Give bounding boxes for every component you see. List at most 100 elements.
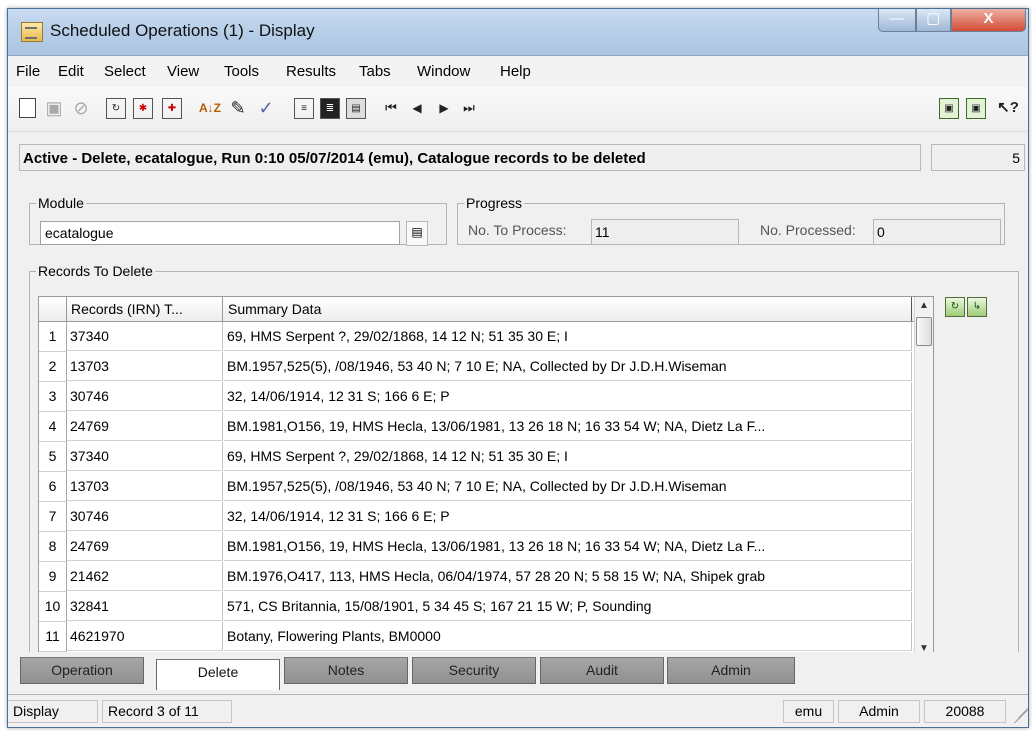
status-bar: Display Record 3 of 11 emu Admin 20088 bbox=[8, 694, 1028, 727]
summary-cell[interactable]: BM.1981,O156, 19, HMS Hecla, 13/06/1981,… bbox=[224, 412, 912, 441]
progress-group: Progress No. To Process: 11 No. Processe… bbox=[457, 195, 1005, 245]
menu-window[interactable]: Window bbox=[417, 63, 470, 80]
status-id: 20088 bbox=[924, 700, 1006, 723]
table-row[interactable]: 10 32841 571, CS Britannia, 15/08/1901, … bbox=[39, 592, 933, 622]
tab-security[interactable]: Security bbox=[412, 657, 536, 684]
insert-record-icon[interactable]: ↻ bbox=[945, 297, 965, 317]
to-process-label: No. To Process: bbox=[468, 222, 567, 238]
attach-icon[interactable]: ▣ bbox=[939, 98, 959, 119]
close-button[interactable]: X bbox=[951, 9, 1026, 32]
tab-audit[interactable]: Audit bbox=[540, 657, 664, 684]
table-row[interactable]: 2 13703 BM.1957,525(5), /08/1946, 53 40 … bbox=[39, 352, 933, 382]
cancel-icon[interactable]: ⊘ bbox=[70, 97, 92, 119]
menu-edit[interactable]: Edit bbox=[58, 63, 84, 80]
summary-cell[interactable]: 69, HMS Serpent ?, 29/02/1868, 14 12 N; … bbox=[224, 442, 912, 471]
row-number: 10 bbox=[39, 592, 67, 622]
table-row[interactable]: 11 4621970 Botany, Flowering Plants, BM0… bbox=[39, 622, 933, 652]
irn-cell[interactable]: 24769 bbox=[67, 412, 223, 441]
menu-results[interactable]: Results bbox=[286, 63, 336, 80]
edit-icon[interactable]: ✎ bbox=[227, 97, 249, 119]
summary-cell[interactable]: 32, 14/06/1914, 12 31 S; 166 6 E; P bbox=[224, 502, 912, 531]
table-row[interactable]: 5 37340 69, HMS Serpent ?, 29/02/1868, 1… bbox=[39, 442, 933, 472]
summary-data-header[interactable]: Summary Data bbox=[224, 297, 912, 321]
row-number: 3 bbox=[39, 382, 67, 412]
grid-header: Records (IRN) T... Summary Data bbox=[39, 297, 933, 322]
row-number: 1 bbox=[39, 322, 67, 352]
document-arrow-icon[interactable]: ↻ bbox=[106, 98, 126, 119]
previous-record-icon[interactable]: ◀ bbox=[406, 97, 428, 119]
document-red-icon[interactable]: ✚ bbox=[162, 98, 182, 119]
table-row[interactable]: 8 24769 BM.1981,O156, 19, HMS Hecla, 13/… bbox=[39, 532, 933, 562]
summary-cell[interactable]: 571, CS Britannia, 15/08/1901, 5 34 45 S… bbox=[224, 592, 912, 621]
summary-cell[interactable]: BM.1976,O417, 113, HMS Hecla, 06/04/1974… bbox=[224, 562, 912, 591]
tabs-bar: Operation Delete Notes Security Audit Ad… bbox=[8, 652, 1028, 694]
table-row[interactable]: 6 13703 BM.1957,525(5), /08/1946, 53 40 … bbox=[39, 472, 933, 502]
tab-admin[interactable]: Admin bbox=[667, 657, 795, 684]
menu-tools[interactable]: Tools bbox=[224, 63, 259, 80]
lookup-icon[interactable]: ▤ bbox=[406, 221, 428, 246]
irn-cell[interactable]: 30746 bbox=[67, 382, 223, 411]
records-to-delete-group: Records To Delete Records (IRN) T... Sum… bbox=[29, 263, 1019, 660]
first-record-icon[interactable]: ⏮ bbox=[380, 97, 402, 119]
last-record-icon[interactable]: ⏭ bbox=[458, 97, 480, 119]
menu-help[interactable]: Help bbox=[500, 63, 531, 80]
irn-cell[interactable]: 32841 bbox=[67, 592, 223, 621]
sort-az-icon[interactable]: A↓Z bbox=[199, 97, 221, 119]
copy-record-icon[interactable]: ▣ bbox=[966, 98, 986, 119]
scroll-up-icon[interactable]: ▲ bbox=[915, 297, 933, 315]
scroll-thumb[interactable] bbox=[916, 317, 932, 346]
irn-cell[interactable]: 37340 bbox=[67, 442, 223, 471]
spellcheck-icon[interactable]: ✓ bbox=[255, 97, 277, 119]
summary-cell[interactable]: BM.1957,525(5), /08/1946, 53 40 N; 7 10 … bbox=[224, 472, 912, 501]
add-record-icon[interactable]: ↳ bbox=[967, 297, 987, 317]
row-number: 2 bbox=[39, 352, 67, 382]
operation-count-field: 5 bbox=[931, 144, 1025, 171]
irn-cell[interactable]: 4621970 bbox=[67, 622, 223, 651]
view-list-icon[interactable]: ≣ bbox=[320, 98, 340, 119]
table-row[interactable]: 1 37340 69, HMS Serpent ?, 29/02/1868, 1… bbox=[39, 322, 933, 352]
table-row[interactable]: 9 21462 BM.1976,O417, 113, HMS Hecla, 06… bbox=[39, 562, 933, 592]
title-bar[interactable]: Scheduled Operations (1) - Display — ▢ X bbox=[8, 9, 1028, 56]
table-row[interactable]: 3 30746 32, 14/06/1914, 12 31 S; 166 6 E… bbox=[39, 382, 933, 412]
summary-cell[interactable]: 32, 14/06/1914, 12 31 S; 166 6 E; P bbox=[224, 382, 912, 411]
maximize-button[interactable]: ▢ bbox=[915, 9, 952, 32]
row-number-header bbox=[39, 297, 67, 321]
summary-cell[interactable]: BM.1981,O156, 19, HMS Hecla, 13/06/1981,… bbox=[224, 532, 912, 561]
tab-delete[interactable]: Delete bbox=[156, 659, 280, 690]
irn-cell[interactable]: 24769 bbox=[67, 532, 223, 561]
view-report-icon[interactable]: ▤ bbox=[346, 98, 366, 119]
menu-view[interactable]: View bbox=[167, 63, 199, 80]
tab-operation[interactable]: Operation bbox=[20, 657, 144, 684]
save-icon[interactable]: ▣ bbox=[43, 97, 65, 119]
module-input[interactable]: ecatalogue bbox=[40, 221, 400, 245]
row-number: 5 bbox=[39, 442, 67, 472]
view-details-icon[interactable]: ≡ bbox=[294, 98, 314, 119]
minimize-button[interactable]: — bbox=[878, 9, 916, 32]
context-help-icon[interactable]: ↖? bbox=[997, 97, 1019, 119]
menu-tabs[interactable]: Tabs bbox=[359, 63, 391, 80]
irn-cell[interactable]: 13703 bbox=[67, 472, 223, 501]
records-irn-header[interactable]: Records (IRN) T... bbox=[67, 297, 223, 321]
menu-bar: File Edit Select View Tools Results Tabs… bbox=[8, 56, 1028, 87]
menu-file[interactable]: File bbox=[16, 63, 40, 80]
irn-cell[interactable]: 30746 bbox=[67, 502, 223, 531]
irn-cell[interactable]: 21462 bbox=[67, 562, 223, 591]
summary-cell[interactable]: 69, HMS Serpent ?, 29/02/1868, 14 12 N; … bbox=[224, 322, 912, 351]
document-star-icon[interactable]: ✱ bbox=[133, 98, 153, 119]
irn-cell[interactable]: 37340 bbox=[67, 322, 223, 351]
toolbar: ▣ ⊘ ↻ ✱ ✚ A↓Z ✎ ✓ ≡ ≣ ▤ ⏮ ◀ ▶ ⏭ ▣ ▣ ↖? bbox=[8, 87, 1028, 132]
tab-notes[interactable]: Notes bbox=[284, 657, 408, 684]
table-row[interactable]: 7 30746 32, 14/06/1914, 12 31 S; 166 6 E… bbox=[39, 502, 933, 532]
records-scrollbar[interactable]: ▲ ▼ bbox=[914, 297, 933, 658]
resize-grip-icon[interactable] bbox=[1011, 701, 1028, 723]
next-record-icon[interactable]: ▶ bbox=[433, 97, 455, 119]
table-row[interactable]: 4 24769 BM.1981,O156, 19, HMS Hecla, 13/… bbox=[39, 412, 933, 442]
app-icon bbox=[21, 22, 43, 42]
records-legend: Records To Delete bbox=[38, 263, 153, 279]
summary-cell[interactable]: BM.1957,525(5), /08/1946, 53 40 N; 7 10 … bbox=[224, 352, 912, 381]
summary-cell[interactable]: Botany, Flowering Plants, BM0000 bbox=[224, 622, 912, 651]
irn-cell[interactable]: 13703 bbox=[67, 352, 223, 381]
menu-select[interactable]: Select bbox=[104, 63, 146, 80]
new-document-icon[interactable] bbox=[19, 98, 36, 118]
records-grid: Records (IRN) T... Summary Data 1 37340 … bbox=[38, 296, 934, 659]
